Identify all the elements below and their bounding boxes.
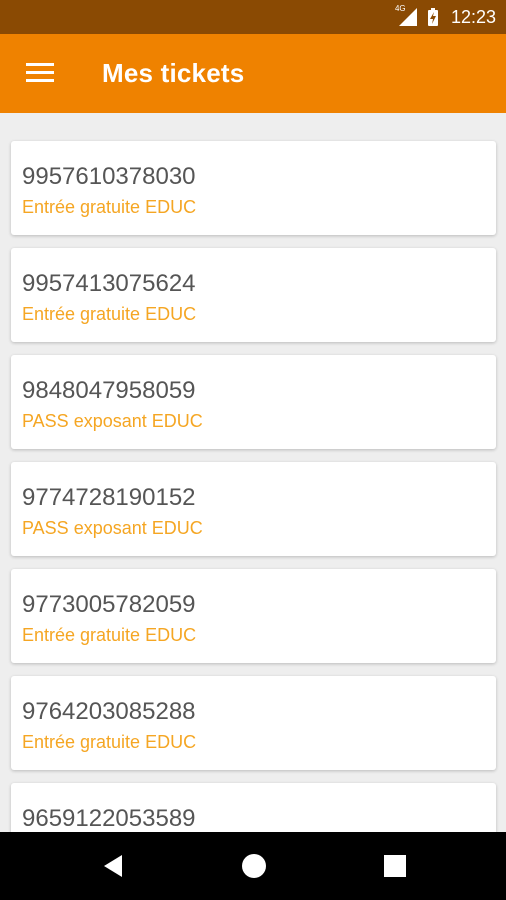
- ticket-type: PASS exposant EDUC: [22, 411, 203, 431]
- back-icon[interactable]: [100, 852, 128, 880]
- ticket-card[interactable]: 9659122053589: [11, 783, 496, 832]
- battery-icon: [427, 8, 438, 26]
- recents-icon[interactable]: [381, 852, 409, 880]
- ticket-list[interactable]: 9957610378030 Entrée gratuite EDUC 99574…: [0, 113, 506, 832]
- status-icons: 4G 12:23: [395, 0, 496, 34]
- ticket-number: 9774728190152: [22, 484, 196, 511]
- ticket-card[interactable]: 9774728190152 PASS exposant EDUC: [11, 462, 496, 556]
- ticket-number: 9848047958059: [22, 377, 196, 404]
- ticket-card[interactable]: 9773005782059 Entrée gratuite EDUC: [11, 569, 496, 663]
- ticket-number: 9773005782059: [22, 591, 196, 618]
- ticket-type: Entrée gratuite EDUC: [22, 197, 197, 217]
- page-title: Mes tickets: [102, 58, 245, 88]
- network-type-label: 4G: [394, 4, 406, 13]
- ticket-type: Entrée gratuite EDUC: [22, 625, 197, 645]
- ticket-card[interactable]: 9764203085288 Entrée gratuite EDUC: [11, 676, 496, 770]
- ticket-card[interactable]: 9957610378030 Entrée gratuite EDUC: [11, 141, 496, 235]
- system-nav-bar: [0, 832, 506, 900]
- ticket-number: 9764203085288: [22, 698, 196, 725]
- app-bar: Mes tickets: [0, 34, 506, 113]
- hamburger-menu-icon[interactable]: [26, 63, 54, 83]
- ticket-card[interactable]: 9848047958059 PASS exposant EDUC: [11, 355, 496, 449]
- signal-icon: 4G: [395, 4, 419, 26]
- ticket-type: PASS exposant EDUC: [22, 518, 203, 538]
- status-bar: 4G 12:23: [0, 0, 506, 34]
- status-time: 12:23: [450, 6, 496, 27]
- ticket-number: 9957413075624: [22, 270, 196, 297]
- ticket-type: Entrée gratuite EDUC: [22, 304, 197, 324]
- ticket-type: Entrée gratuite EDUC: [22, 732, 197, 752]
- home-icon[interactable]: [240, 852, 268, 880]
- ticket-number: 9659122053589: [22, 805, 196, 832]
- ticket-number: 9957610378030: [22, 163, 196, 190]
- ticket-card[interactable]: 9957413075624 Entrée gratuite EDUC: [11, 248, 496, 342]
